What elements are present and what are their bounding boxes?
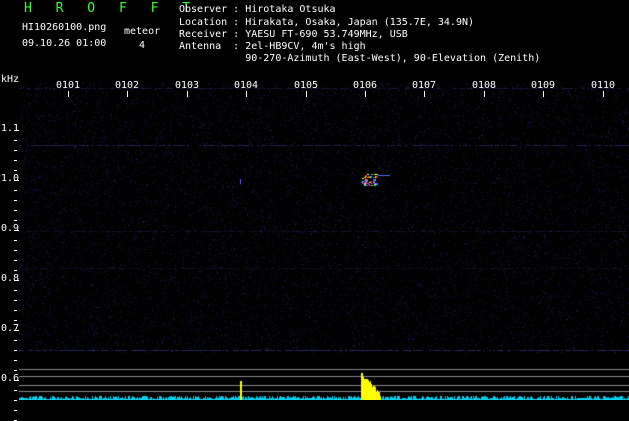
freq-tick-mark [14,280,19,281]
freq-tick-label: 0.9 [1,223,20,234]
freq-tick-mark [14,230,19,231]
time-tick-mark [246,91,247,97]
freq-tick-mark [14,200,17,201]
observer-info: Observer : Hirotaka Otsuka [179,4,336,15]
freq-tick-label: 1.0 [1,173,20,184]
freq-tick-label: 0.7 [1,323,20,334]
freq-tick-mark [14,250,17,251]
freq-tick-mark [14,360,17,361]
freq-tick-mark [14,380,19,381]
freq-tick-mark [14,240,17,241]
freq-tick-mark [14,350,17,351]
time-tick-mark [424,91,425,97]
freq-tick-label: 1.1 [1,123,20,134]
receiver-info: Receiver : YAESU FT-690 53.749MHz, USB [179,29,408,40]
freq-tick-mark [14,220,17,221]
freq-tick-mark [14,370,17,371]
freq-tick-mark [14,400,17,401]
time-tick-label: 0107 [411,80,437,91]
time-tick-label: 0110 [590,80,616,91]
freq-tick-label: 0.8 [1,273,20,284]
meteor-count: 4 [139,40,146,51]
time-tick-label: 0101 [55,80,81,91]
spectrogram-plot [19,83,629,400]
meteor-label: meteor [124,26,161,37]
freq-tick-mark [14,310,17,311]
time-tick-mark [127,91,128,97]
time-tick-mark [306,91,307,97]
time-tick-label: 0109 [530,80,556,91]
time-tick-label: 0108 [471,80,497,91]
freq-tick-mark [14,390,17,391]
time-tick-mark [187,91,188,97]
freq-tick-mark [14,340,17,341]
time-tick-mark [68,91,69,97]
y-axis-unit: kHz [1,74,20,85]
time-tick-label: 0106 [352,80,378,91]
antenna-info: Antenna : 2el-HB9CV, 4m's high [179,41,366,52]
freq-tick-mark [14,410,17,411]
freq-tick-mark [14,290,17,291]
time-tick-label: 0102 [114,80,140,91]
time-tick-label: 0103 [174,80,200,91]
freq-tick-mark [14,260,17,261]
freq-tick-mark [14,270,17,271]
freq-tick-mark [14,140,17,141]
freq-tick-mark [14,300,17,301]
freq-tick-mark [14,130,19,131]
time-tick-label: 0105 [293,80,319,91]
time-tick-mark [484,91,485,97]
time-tick-label: 0104 [233,80,259,91]
location-info: Location : Hirakata, Osaka, Japan (135.7… [179,17,475,28]
time-tick-mark [603,91,604,97]
freq-tick-mark [14,320,17,321]
date-time: 09.10.26 01:00 [22,38,107,49]
time-tick-mark [365,91,366,97]
freq-tick-label: 0.6 [1,373,20,384]
freq-tick-mark [14,170,17,171]
antenna-direction-info: 90-270-Azimuth (East-West), 90-Elevation… [179,53,541,64]
freq-tick-mark [14,190,17,191]
app-logo: H R O F F T [24,1,199,16]
freq-tick-mark [14,150,17,151]
freq-tick-mark [14,160,17,161]
freq-tick-mark [14,210,17,211]
time-tick-mark [543,91,544,97]
file-name: HI10260100.png [22,22,107,33]
freq-tick-mark [14,330,19,331]
freq-tick-mark [14,180,19,181]
